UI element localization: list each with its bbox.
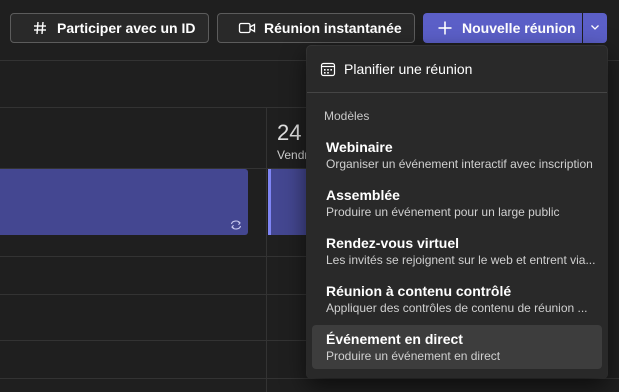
- menu-item-live-event[interactable]: Événement en direct Produire un événemen…: [312, 325, 602, 369]
- new-meeting-label: Nouvelle réunion: [462, 20, 576, 36]
- grid-line: [266, 108, 267, 392]
- calendar-event[interactable]: [268, 169, 308, 235]
- new-meeting-menu: Planifier une réunion Modèles Webinaire …: [307, 46, 607, 378]
- menu-item-virtual-appointment[interactable]: Rendez-vous virtuel Les invités se rejoi…: [312, 229, 602, 273]
- menu-item-description: Produire un événement pour un large publ…: [326, 205, 560, 219]
- grid-line: [0, 256, 310, 257]
- join-with-id-label: Participer avec un ID: [57, 20, 196, 36]
- day-number: 24: [277, 120, 302, 145]
- menu-item-title: Événement en direct: [326, 331, 463, 347]
- hash-icon: [31, 19, 49, 37]
- chevron-down-icon: [590, 19, 600, 37]
- templates-section-label: Modèles: [324, 109, 370, 123]
- menu-item-title: Assemblée: [326, 187, 400, 203]
- menu-item-webinar[interactable]: Webinaire Organiser un événement interac…: [312, 133, 602, 177]
- calendar-event[interactable]: [0, 169, 248, 235]
- menu-item-description: Organiser un événement interactif avec i…: [326, 157, 593, 171]
- day-name: Vendr: [277, 148, 309, 162]
- recurring-icon: [229, 218, 243, 232]
- menu-item-protected-meeting[interactable]: Réunion à contenu contrôlé Appliquer des…: [312, 277, 602, 321]
- menu-item-description: Les invités se rejoignent sur le web et …: [326, 253, 596, 267]
- new-meeting-button[interactable]: Nouvelle réunion: [423, 13, 582, 43]
- grid-line: [0, 340, 310, 341]
- menu-item-description: Appliquer des contrôles de contenu de ré…: [326, 301, 588, 315]
- video-icon: [238, 19, 256, 37]
- schedule-meeting-label: Planifier une réunion: [344, 61, 473, 77]
- join-with-id-button[interactable]: Participer avec un ID: [10, 13, 209, 43]
- menu-divider: [307, 92, 607, 93]
- grid-line: [0, 378, 619, 379]
- menu-item-title: Rendez-vous virtuel: [326, 235, 460, 251]
- new-meeting-dropdown-button[interactable]: [583, 13, 607, 43]
- grid-line: [0, 294, 310, 295]
- calendar-icon: [320, 61, 336, 77]
- schedule-meeting-item[interactable]: Planifier une réunion: [320, 61, 472, 77]
- instant-meeting-button[interactable]: Réunion instantanée: [217, 13, 415, 43]
- menu-item-title: Webinaire: [326, 139, 393, 155]
- plus-icon: [436, 19, 454, 37]
- grid-line: [0, 107, 310, 108]
- menu-item-title: Réunion à contenu contrôlé: [326, 283, 512, 299]
- instant-meeting-label: Réunion instantanée: [264, 20, 402, 36]
- menu-item-town-hall[interactable]: Assemblée Produire un événement pour un …: [312, 181, 602, 225]
- menu-item-description: Produire un événement en direct: [326, 349, 501, 363]
- day-column-header[interactable]: 24 Vendr: [277, 120, 308, 162]
